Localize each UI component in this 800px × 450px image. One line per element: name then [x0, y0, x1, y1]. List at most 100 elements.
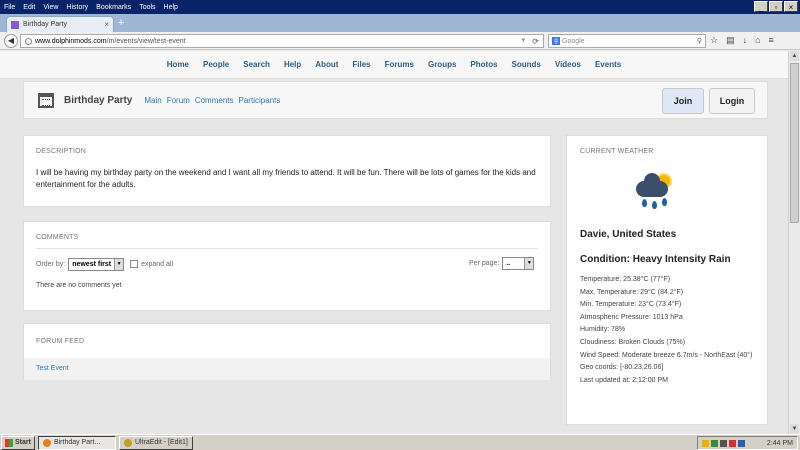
back-arrow-icon[interactable]: ◀ [4, 34, 18, 48]
per-page-label: Per page: [469, 260, 500, 267]
menu-view[interactable]: View [43, 4, 58, 11]
nav-sounds[interactable]: Sounds [512, 60, 541, 69]
clipboard-icon[interactable]: ▤ [726, 35, 735, 46]
search-box[interactable]: g Google ⚲ [548, 34, 706, 48]
tray-app-icon[interactable] [710, 439, 718, 447]
network-icon[interactable] [737, 439, 745, 447]
event-title: Birthday Party [64, 94, 133, 106]
google-search-icon: g [552, 37, 560, 45]
page-viewport: Home People Search Help About Files Foru… [0, 51, 788, 434]
browser-navbar: ◀ www.dolphinmods.com /m/events/view/tes… [0, 32, 800, 50]
scroll-down-icon[interactable]: ▼ [790, 424, 799, 434]
start-button[interactable]: Start [1, 435, 35, 450]
home-icon[interactable]: ⌂ [755, 35, 760, 46]
nav-groups[interactable]: Groups [428, 60, 456, 69]
nav-home[interactable]: Home [167, 60, 189, 69]
minimize-icon[interactable]: _ [754, 1, 768, 12]
weather-temperature: Temperature: 25.38°C (77°F) [580, 276, 671, 283]
search-placeholder: Google [562, 37, 585, 45]
weather-location: Davie, United States [580, 229, 677, 240]
reload-icon[interactable]: ⟳ [532, 37, 539, 46]
nav-events[interactable]: Events [595, 60, 621, 69]
nav-about[interactable]: About [315, 60, 338, 69]
windows-taskbar: Start Birthday Part... UltraEdit - [Edit… [0, 434, 800, 450]
menu-help[interactable]: Help [164, 4, 178, 11]
weather-min-temperature: Min. Temperature: 23°C (73.4°F) [580, 301, 682, 309]
nav-search[interactable]: Search [243, 60, 270, 69]
nav-photos[interactable]: Photos [470, 60, 497, 69]
order-by-select[interactable]: newest first ▼ [68, 257, 125, 271]
menu-history[interactable]: History [66, 4, 88, 11]
weather-wind-speed: Wind Speed: Moderate breeze 6.7m/s - Nor… [580, 351, 753, 359]
nav-files[interactable]: Files [352, 60, 370, 69]
bookmark-star-icon[interactable]: ☆ [710, 35, 718, 46]
event-link-participants[interactable]: Participants [239, 96, 281, 105]
menu-edit[interactable]: Edit [23, 4, 35, 11]
per-page-select[interactable]: .. ▼ [502, 257, 535, 270]
site-nav: Home People Search Help About Files Foru… [0, 51, 788, 79]
ultraedit-icon [123, 438, 132, 447]
description-text: I will be having my birthday party on th… [36, 168, 536, 189]
menu-tools[interactable]: Tools [139, 4, 155, 11]
expand-all-checkbox[interactable] [130, 260, 139, 268]
taskbar-item-browser[interactable]: Birthday Part... [37, 435, 116, 450]
weather-last-updated: Last updated at: 2:12:00 PM [580, 376, 668, 384]
chevron-down-icon: ▼ [114, 258, 124, 270]
scroll-up-icon[interactable]: ▲ [790, 51, 799, 61]
event-link-main[interactable]: Main [144, 96, 161, 105]
tab-close-icon[interactable]: × [104, 20, 109, 29]
toolbar-icons: ☆ ▤ ↓ ⌂ ≡ [710, 35, 774, 46]
url-bar[interactable]: www.dolphinmods.com /m/events/view/test-… [20, 34, 544, 48]
windows-logo-icon [5, 438, 13, 447]
taskbar-item-ultraedit[interactable]: UltraEdit - [Edit1] [118, 435, 193, 450]
nav-people[interactable]: People [203, 60, 229, 69]
forum-feed-item[interactable]: Test Event [24, 358, 550, 380]
browser-menubar: File Edit View History Bookmarks Tools H… [0, 0, 800, 14]
menu-file[interactable]: File [4, 4, 15, 11]
no-comments-text: There are no comments yet [36, 282, 122, 289]
order-by-label: Order by: [36, 260, 66, 268]
system-tray: 2:44 PM [696, 436, 798, 450]
weather-card: CURRENT WEATHER Davie, United States Con… [566, 135, 768, 425]
description-heading: DESCRIPTION [36, 148, 87, 155]
new-tab-plus-icon[interactable]: + [118, 17, 124, 29]
calendar-icon [38, 92, 54, 108]
tray-app-icon[interactable] [728, 439, 736, 447]
menu-hamburger-icon[interactable]: ≡ [769, 35, 774, 46]
event-link-forum[interactable]: Forum [167, 96, 190, 105]
forum-feed-card: FORUM FEED Test Event [23, 323, 551, 380]
taskbar-item-label: Birthday Part... [53, 439, 101, 446]
url-domain: www.dolphinmods.com [35, 37, 107, 45]
menu-bookmarks[interactable]: Bookmarks [96, 4, 131, 11]
tab-title: Birthday Party [23, 21, 67, 28]
order-by-value: newest first [72, 260, 112, 268]
rain-cloud-sun-icon [630, 173, 690, 213]
download-icon[interactable]: ↓ [743, 35, 748, 46]
weather-max-temperature: Max. Temperature: 29°C (84.2°F) [580, 288, 684, 296]
firefox-icon [42, 438, 51, 447]
taskbar-clock: 2:44 PM [766, 439, 793, 447]
login-button[interactable]: Login [709, 88, 755, 114]
forum-feed-heading: FORUM FEED [36, 338, 85, 345]
nav-forums[interactable]: Forums [385, 60, 414, 69]
nav-videos[interactable]: Videos [555, 60, 581, 69]
comments-card: COMMENTS Order by: newest first ▼ expand… [23, 221, 551, 311]
site-favicon-icon [11, 20, 19, 29]
magnifier-icon[interactable]: ⚲ [697, 37, 702, 45]
weather-details: Temperature: 25.38°C (77°F) Max. Tempera… [580, 274, 754, 387]
start-label: Start [15, 439, 31, 446]
url-dropdown-icon[interactable]: ▼ [520, 38, 526, 44]
event-link-comments[interactable]: Comments [195, 96, 234, 105]
volume-icon[interactable] [719, 439, 727, 447]
join-button[interactable]: Join [662, 88, 704, 114]
taskbar-item-label: UltraEdit - [Edit1] [134, 439, 188, 446]
weather-cloudiness: Cloudiness: Broken Clouds (75%) [580, 338, 686, 346]
scrollbar-thumb[interactable] [790, 63, 799, 223]
restore-icon[interactable]: ▫ [769, 1, 783, 12]
per-page-control: Per page: .. ▼ [469, 257, 535, 270]
close-icon[interactable]: × [784, 1, 798, 12]
nav-help[interactable]: Help [284, 60, 301, 69]
tray-app-icon[interactable] [701, 439, 709, 447]
page-scrollbar[interactable]: ▲ ▼ [788, 51, 800, 434]
tab-birthday-party[interactable]: Birthday Party × [6, 16, 114, 32]
